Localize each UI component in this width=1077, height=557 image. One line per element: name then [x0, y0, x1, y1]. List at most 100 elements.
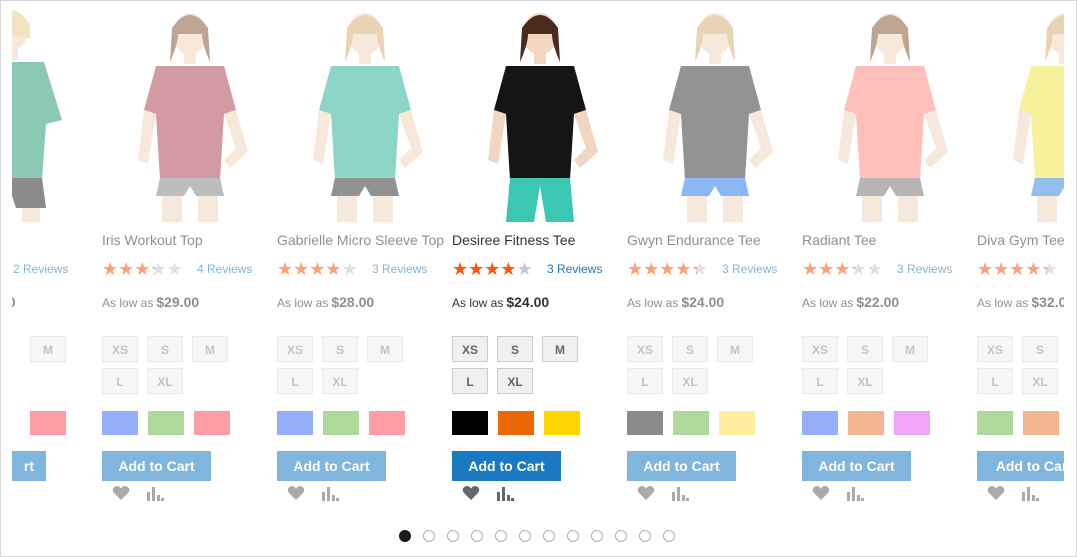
- size-option[interactable]: M: [542, 336, 578, 362]
- add-to-cart-button[interactable]: Add to Cart: [802, 451, 911, 481]
- heart-icon[interactable]: [462, 485, 480, 501]
- color-swatch[interactable]: [894, 411, 930, 435]
- carousel-dot[interactable]: [399, 530, 411, 542]
- product-name[interactable]: Gabrielle Micro Sleeve Top: [277, 232, 444, 248]
- size-option[interactable]: L: [977, 368, 1013, 394]
- reviews-link[interactable]: 2 Reviews: [13, 262, 68, 276]
- reviews-link[interactable]: 3 Reviews: [547, 262, 602, 276]
- compare-chart-icon[interactable]: [846, 486, 864, 502]
- size-option[interactable]: XS: [277, 336, 313, 362]
- size-option[interactable]: XL: [497, 368, 533, 394]
- size-option[interactable]: L: [452, 368, 488, 394]
- carousel-dot[interactable]: [495, 530, 507, 542]
- color-swatch[interactable]: [148, 411, 184, 435]
- compare-chart-icon[interactable]: [671, 486, 689, 502]
- color-swatch[interactable]: [369, 411, 405, 435]
- add-to-cart-button[interactable]: Add to Cart: [277, 451, 386, 481]
- color-swatch[interactable]: [277, 411, 313, 435]
- carousel-dot[interactable]: [519, 530, 531, 542]
- rating-stars: ★★★★★★★★★★: [802, 259, 883, 279]
- product-image[interactable]: [12, 0, 97, 222]
- carousel-dot[interactable]: [471, 530, 483, 542]
- add-to-cart-button[interactable]: Add to Car: [977, 451, 1064, 481]
- size-option[interactable]: XS: [977, 336, 1013, 362]
- color-swatch[interactable]: [977, 411, 1013, 435]
- size-option[interactable]: L: [102, 368, 138, 394]
- size-option[interactable]: XL: [322, 368, 358, 394]
- product-image[interactable]: [977, 0, 1064, 222]
- carousel-dot[interactable]: [591, 530, 603, 542]
- product-name[interactable]: Desiree Fitness Tee: [452, 232, 575, 248]
- add-to-cart-button[interactable]: Add to Cart: [452, 451, 561, 481]
- heart-icon[interactable]: [112, 485, 130, 501]
- size-option[interactable]: M: [717, 336, 753, 362]
- product-name[interactable]: Radiant Tee: [802, 232, 876, 248]
- color-swatch[interactable]: [627, 411, 663, 435]
- color-swatch[interactable]: [719, 411, 755, 435]
- color-swatch[interactable]: [498, 411, 534, 435]
- compare-chart-icon[interactable]: [146, 486, 164, 502]
- size-option[interactable]: S: [322, 336, 358, 362]
- heart-icon[interactable]: [637, 485, 655, 501]
- size-option[interactable]: XS: [802, 336, 838, 362]
- color-swatch[interactable]: [544, 411, 580, 435]
- size-option[interactable]: XS: [452, 336, 488, 362]
- color-swatch[interactable]: [1023, 411, 1059, 435]
- size-option[interactable]: M: [367, 336, 403, 362]
- size-option[interactable]: S: [147, 336, 183, 362]
- color-swatch[interactable]: [452, 411, 488, 435]
- size-option[interactable]: S: [847, 336, 883, 362]
- price-prefix: As low as: [802, 296, 854, 310]
- add-to-cart-button[interactable]: Add to Cart: [102, 451, 211, 481]
- color-swatch[interactable]: [802, 411, 838, 435]
- color-swatch[interactable]: [673, 411, 709, 435]
- product-image[interactable]: [277, 0, 452, 222]
- heart-icon[interactable]: [287, 485, 305, 501]
- product-image[interactable]: [102, 0, 277, 222]
- reviews-link[interactable]: 4 Reviews: [197, 262, 252, 276]
- carousel-dot[interactable]: [423, 530, 435, 542]
- carousel-dot[interactable]: [543, 530, 555, 542]
- size-option[interactable]: S: [1022, 336, 1058, 362]
- size-option[interactable]: XL: [672, 368, 708, 394]
- size-option[interactable]: L: [802, 368, 838, 394]
- size-option[interactable]: XS: [102, 336, 138, 362]
- color-swatch[interactable]: [323, 411, 359, 435]
- size-option[interactable]: M: [892, 336, 928, 362]
- product-image[interactable]: [452, 0, 627, 222]
- size-option[interactable]: XL: [1022, 368, 1058, 394]
- size-option[interactable]: XS: [627, 336, 663, 362]
- size-option[interactable]: XL: [847, 368, 883, 394]
- compare-chart-icon[interactable]: [321, 486, 339, 502]
- size-option[interactable]: L: [627, 368, 663, 394]
- product-name[interactable]: Iris Workout Top: [102, 232, 203, 248]
- reviews-link[interactable]: 3 Reviews: [722, 262, 777, 276]
- compare-chart-icon[interactable]: [1021, 486, 1039, 502]
- carousel-dot[interactable]: [639, 530, 651, 542]
- carousel-dot[interactable]: [663, 530, 675, 542]
- heart-icon[interactable]: [812, 485, 830, 501]
- product-name[interactable]: Gwyn Endurance Tee: [627, 232, 761, 248]
- size-option[interactable]: M: [30, 336, 66, 362]
- compare-chart-icon[interactable]: [496, 486, 514, 502]
- reviews-link[interactable]: 3 Reviews: [372, 262, 427, 276]
- add-to-cart-button[interactable]: rt: [12, 451, 46, 481]
- product-image[interactable]: [627, 0, 802, 222]
- color-swatch[interactable]: [102, 411, 138, 435]
- size-option[interactable]: S: [672, 336, 708, 362]
- product-name[interactable]: Diva Gym Tee: [977, 232, 1064, 248]
- color-swatch[interactable]: [194, 411, 230, 435]
- product-image[interactable]: [802, 0, 977, 222]
- carousel-dot[interactable]: [615, 530, 627, 542]
- size-option[interactable]: L: [277, 368, 313, 394]
- add-to-cart-button[interactable]: Add to Cart: [627, 451, 736, 481]
- carousel-dot[interactable]: [567, 530, 579, 542]
- heart-icon[interactable]: [987, 485, 1005, 501]
- size-option[interactable]: M: [192, 336, 228, 362]
- carousel-dot[interactable]: [447, 530, 459, 542]
- size-option[interactable]: S: [497, 336, 533, 362]
- reviews-link[interactable]: 3 Reviews: [897, 262, 952, 276]
- color-swatch[interactable]: [30, 411, 66, 435]
- size-option[interactable]: XL: [147, 368, 183, 394]
- color-swatch[interactable]: [848, 411, 884, 435]
